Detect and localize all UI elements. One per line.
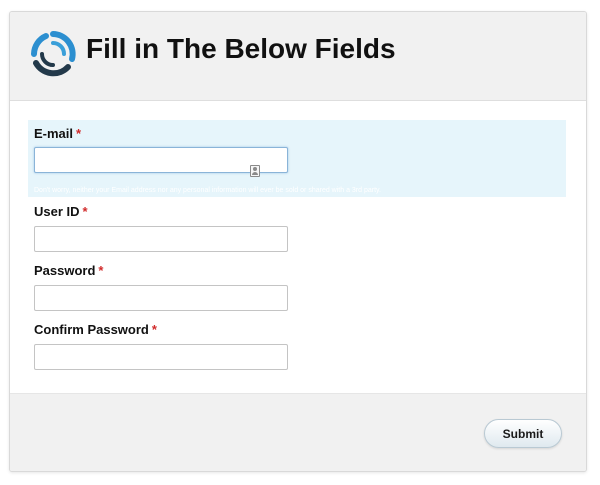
user-id-input[interactable]	[34, 226, 288, 252]
password-input[interactable]	[34, 285, 288, 311]
password-label: Password *	[34, 263, 103, 278]
required-marker: *	[98, 263, 104, 278]
form-footer: Submit	[10, 393, 586, 471]
contact-card-icon[interactable]	[250, 165, 260, 177]
signup-form-card: Fill in The Below Fields E-mail * Don't w…	[9, 11, 587, 472]
email-privacy-hint: Don't worry, neither your Email address …	[34, 187, 381, 194]
form-title: Fill in The Below Fields	[86, 33, 396, 64]
required-marker: *	[76, 126, 82, 141]
confirm-password-field-group: Confirm Password *	[28, 322, 566, 377]
password-field-group: Password *	[28, 263, 566, 318]
swirl-logo-icon	[31, 31, 76, 77]
email-label-text: E-mail	[34, 126, 74, 141]
user-id-field-group: User ID *	[28, 204, 566, 259]
confirm-password-label: Confirm Password *	[34, 322, 157, 337]
user-id-label-text: User ID	[34, 204, 80, 219]
confirm-password-input[interactable]	[34, 344, 288, 370]
email-field-group: E-mail * Don't worry, neither your Email …	[28, 120, 566, 197]
submit-button[interactable]: Submit	[484, 419, 562, 448]
email-label: E-mail *	[34, 126, 81, 141]
password-label-text: Password	[34, 263, 96, 278]
required-marker: *	[82, 204, 88, 219]
required-marker: *	[151, 322, 157, 337]
confirm-password-label-text: Confirm Password	[34, 322, 149, 337]
user-id-label: User ID *	[34, 204, 88, 219]
form-header: Fill in The Below Fields	[10, 12, 586, 101]
